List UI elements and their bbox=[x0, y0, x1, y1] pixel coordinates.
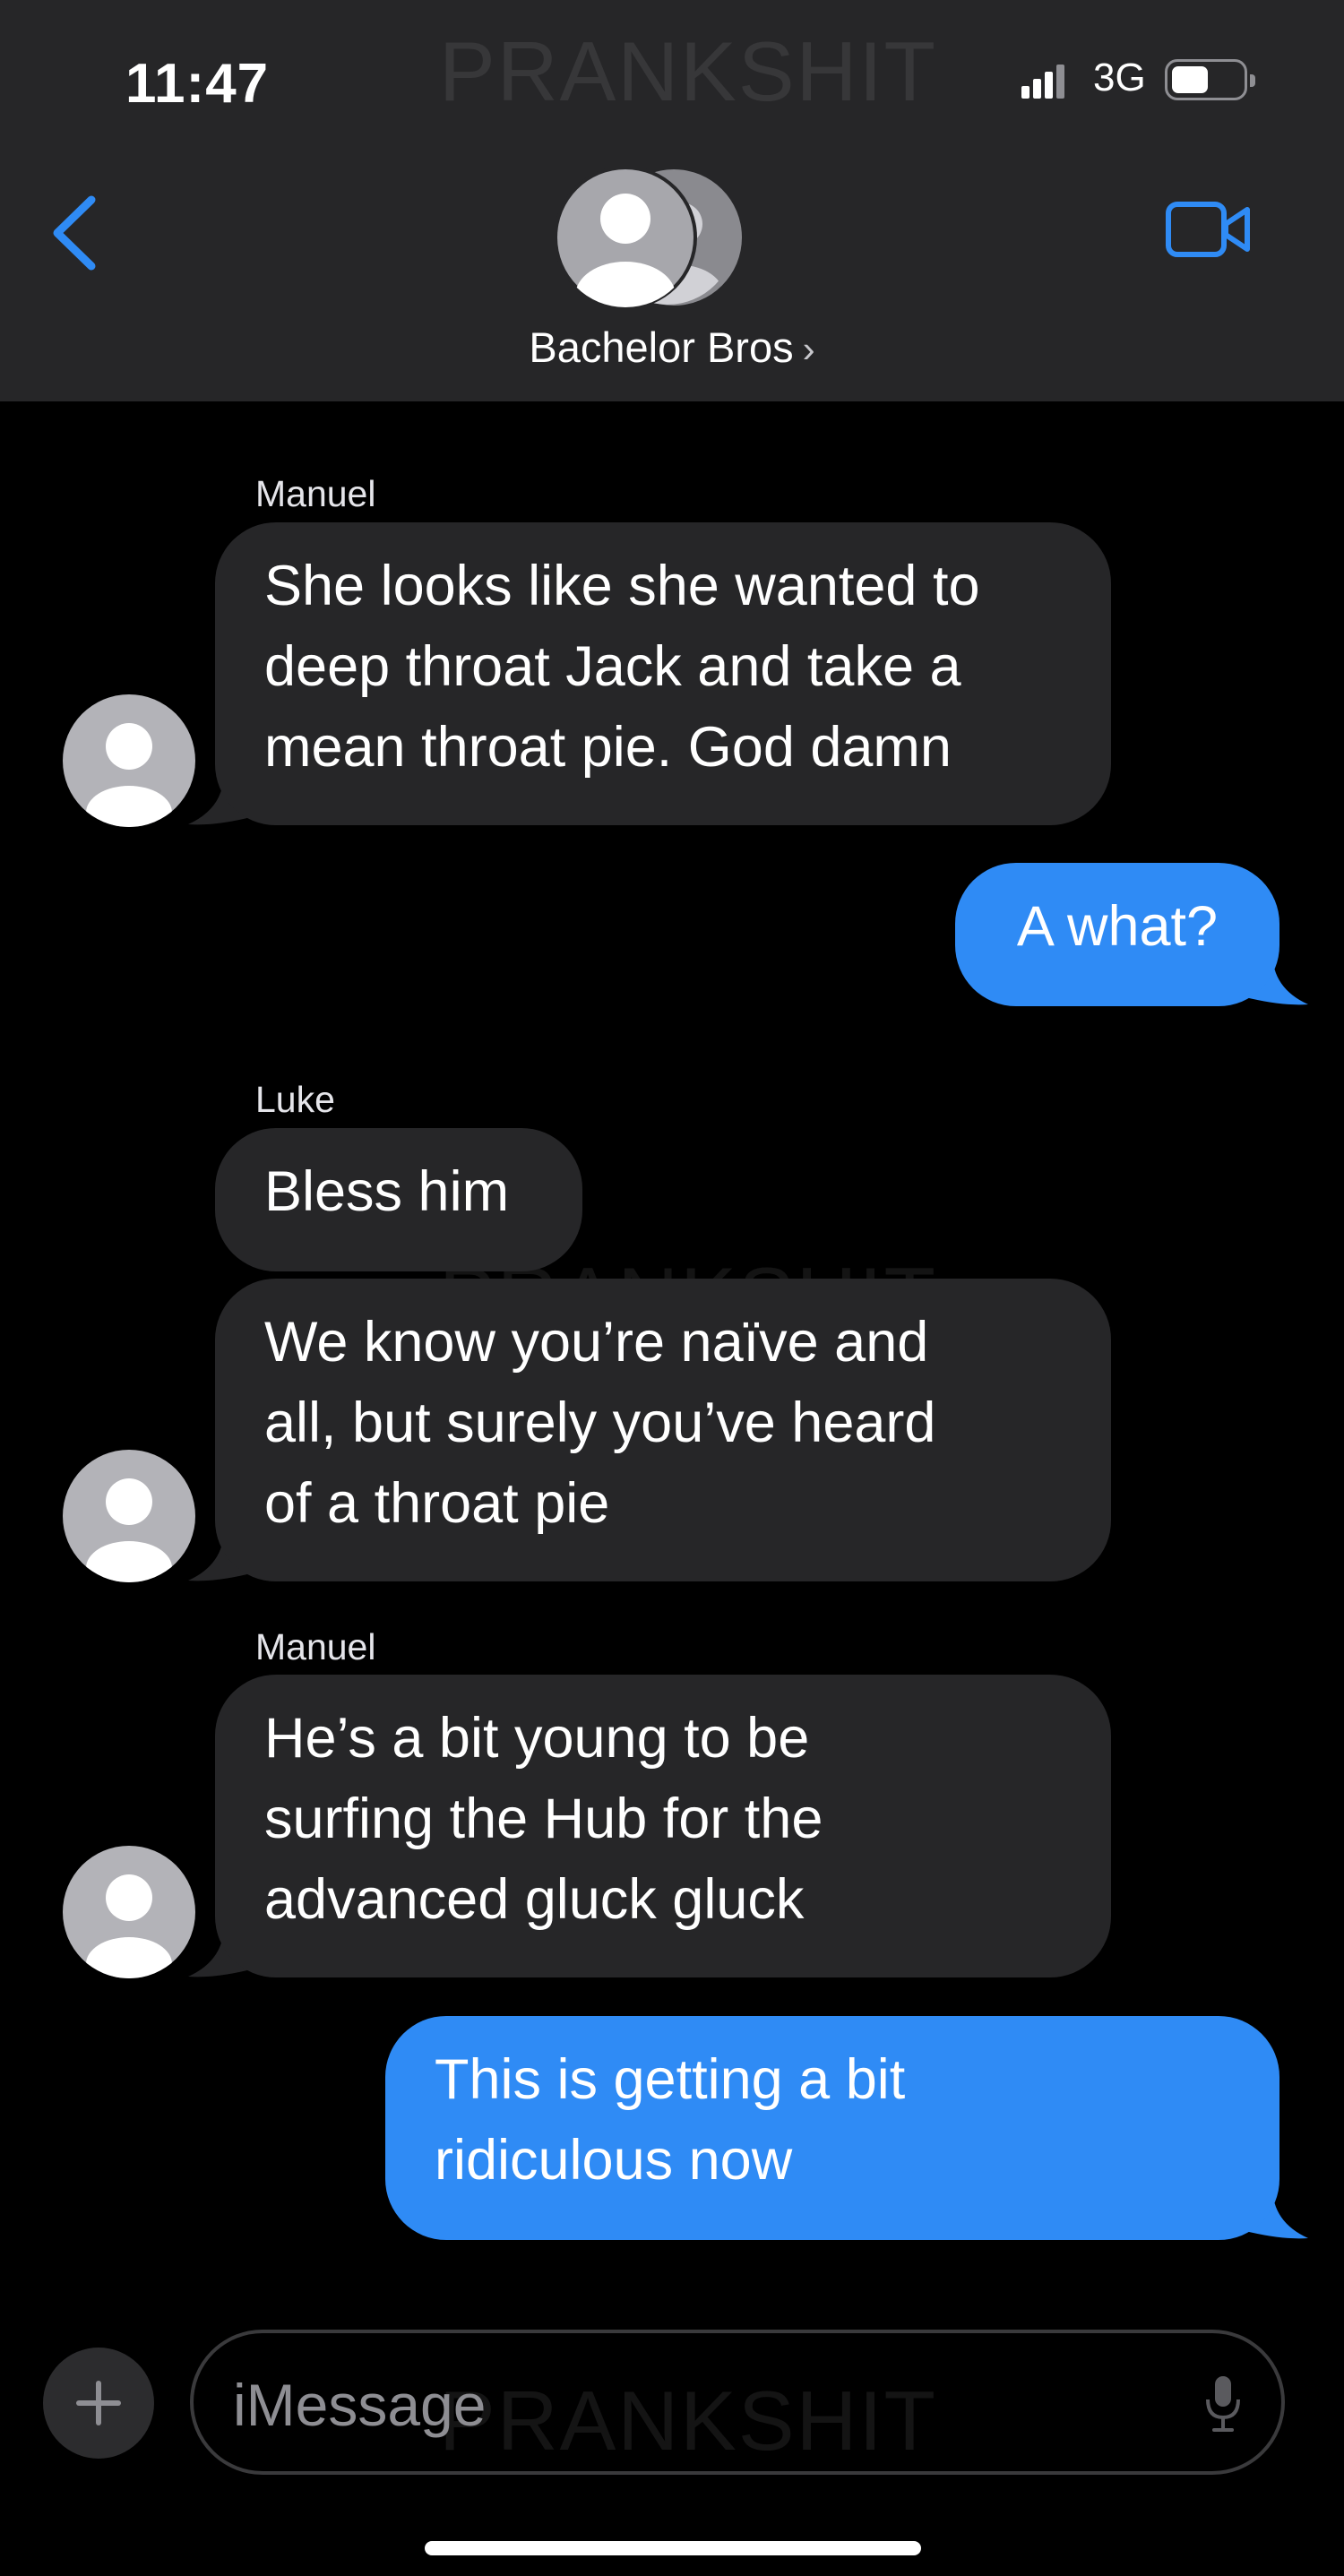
back-chevron-icon[interactable] bbox=[45, 193, 108, 273]
sender-name: Manuel bbox=[255, 473, 376, 514]
message-line: all, but surely you’ve heard bbox=[264, 1391, 936, 1454]
message-line: advanced gluck gluck bbox=[264, 1868, 805, 1931]
conversation-title-text: Bachelor Bros bbox=[529, 323, 794, 371]
outgoing-message-bubble[interactable]: This is getting a bit ridiculous now bbox=[385, 2016, 1279, 2240]
home-indicator[interactable] bbox=[425, 2541, 921, 2555]
message-line: We know you’re naïve and bbox=[264, 1311, 929, 1374]
message-text: A what? bbox=[1016, 895, 1219, 958]
network-type: 3G bbox=[1093, 56, 1146, 99]
sender-name: Luke bbox=[255, 1079, 335, 1120]
message-line: This is getting a bit bbox=[435, 2048, 906, 2111]
incoming-message-bubble[interactable]: We know you’re naïve and all, but surely… bbox=[215, 1279, 1111, 1581]
person-icon bbox=[86, 1478, 172, 1582]
sender-name: Manuel bbox=[255, 1626, 376, 1667]
message-input-placeholder: iMessage bbox=[233, 2372, 487, 2438]
apps-plus-button[interactable] bbox=[43, 2348, 154, 2459]
conversation-title[interactable]: Bachelor Bros › bbox=[0, 323, 1344, 372]
message-line: deep throat Jack and take a bbox=[264, 635, 961, 698]
message-line: of a throat pie bbox=[264, 1472, 610, 1535]
battery-icon bbox=[1165, 59, 1255, 100]
message-line: surfing the Hub for the bbox=[264, 1788, 823, 1850]
status-time: 11:47 bbox=[125, 53, 270, 115]
person-icon bbox=[86, 723, 172, 827]
avatar[interactable] bbox=[63, 1846, 195, 1978]
video-call-icon[interactable] bbox=[1165, 199, 1254, 262]
incoming-message-bubble[interactable]: Bless him bbox=[215, 1128, 582, 1271]
message-line: She looks like she wanted to bbox=[264, 555, 980, 617]
incoming-message-bubble[interactable]: He’s a bit young to be surfing the Hub f… bbox=[215, 1675, 1111, 1977]
message-text: Bless him bbox=[264, 1160, 510, 1223]
message-line: ridiculous now bbox=[435, 2129, 793, 2192]
chevron-right-icon: › bbox=[802, 328, 815, 370]
signal-icon bbox=[1021, 65, 1064, 99]
group-avatar-icon[interactable] bbox=[556, 161, 744, 314]
outgoing-message-bubble[interactable]: A what? bbox=[955, 863, 1279, 1006]
person-icon bbox=[86, 1874, 172, 1978]
incoming-message-bubble[interactable]: She looks like she wanted to deep throat… bbox=[215, 522, 1111, 825]
avatar[interactable] bbox=[63, 1450, 195, 1582]
message-input[interactable]: iMessage bbox=[190, 2330, 1285, 2475]
message-line: He’s a bit young to be bbox=[264, 1707, 810, 1770]
message-line: mean throat pie. God damn bbox=[264, 716, 952, 779]
avatar[interactable] bbox=[63, 694, 195, 827]
plus-icon bbox=[76, 2381, 121, 2425]
microphone-icon[interactable] bbox=[1201, 2373, 1245, 2435]
